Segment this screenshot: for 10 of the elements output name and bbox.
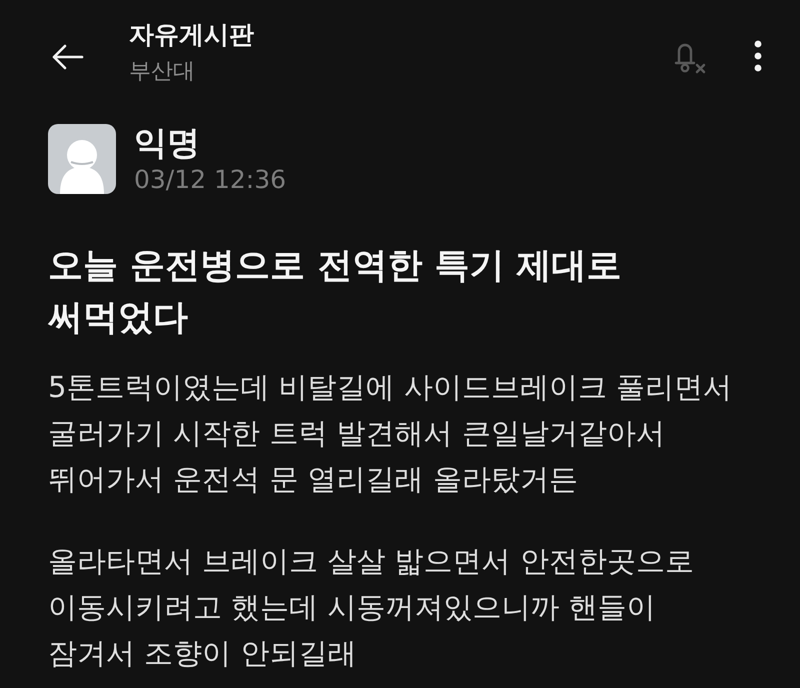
more-vertical-icon: [754, 40, 762, 72]
author-name: 익명: [134, 122, 200, 164]
board-title: 자유게시판: [129, 19, 254, 51]
back-arrow-icon: [52, 44, 84, 70]
post-title: 오늘 운전병으로 전역한 특기 제대로 써먹었다: [48, 245, 623, 340]
post-time: 03/12 12:36: [134, 164, 286, 196]
avatar-icon: [48, 124, 116, 194]
board-subtitle: 부산대: [129, 58, 195, 86]
post-paragraph: 올라타면서 브레이크 살살 밟으면서 안전한곳으로 이동시키려고 했는데 시동꺼져있으니까 핸들이 잠겨서 조향이 안되길래: [48, 543, 695, 672]
post-paragraph: 5톤트럭이였는데 비탈길에 사이드브레이크 풀리면서 굴러가기 시작한 트럭 발견해서 큰일날거같아서 뛰어가서 운전석 문 열리길래 올라탔거든: [48, 369, 734, 498]
